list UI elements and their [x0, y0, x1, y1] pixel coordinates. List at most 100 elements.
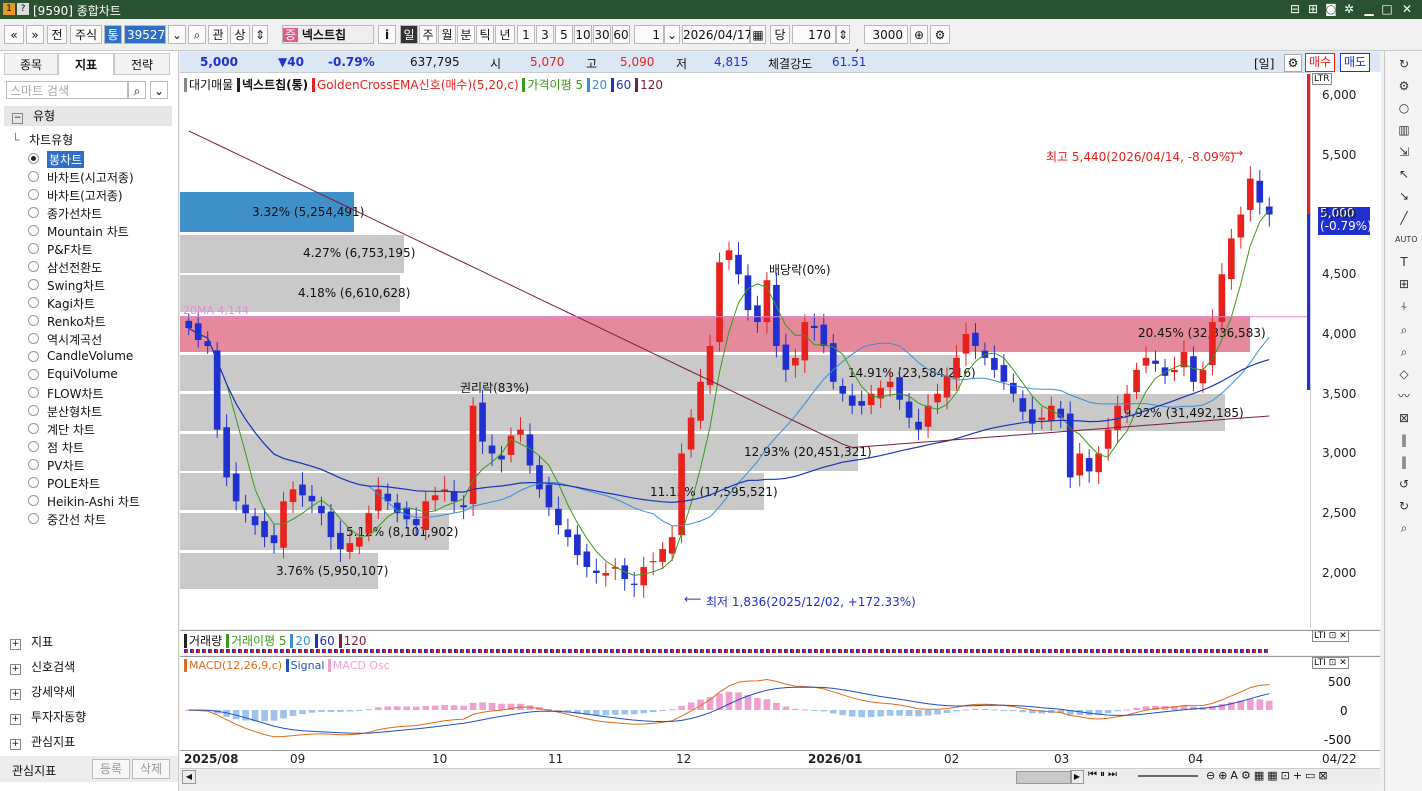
tab-indicator[interactable]: 지표 — [58, 53, 114, 75]
line-tool-icon[interactable]: ↖ — [1395, 165, 1413, 183]
total-input[interactable]: 3000 — [864, 25, 908, 44]
section-type[interactable]: − 유형 — [4, 106, 172, 126]
layout-icon[interactable]: ⊟ — [1288, 2, 1302, 16]
circle-icon[interactable]: ○ — [1395, 99, 1413, 117]
tree-fav[interactable]: + 관심지표 — [10, 733, 75, 750]
tree-investor[interactable]: + 투자자동향 — [10, 708, 86, 725]
macd-chart[interactable] — [180, 672, 1310, 750]
magnify2-icon[interactable]: ⌕ — [1395, 343, 1413, 361]
chart-type-option[interactable]: 점 차트 — [47, 439, 84, 456]
chart-type-option[interactable]: 바차트(고저종) — [47, 187, 123, 204]
interval-60[interactable]: 60 — [612, 25, 630, 44]
dang-button[interactable]: 당 — [770, 25, 790, 44]
buy-button[interactable]: 매수 — [1305, 53, 1336, 72]
zoom-icon[interactable]: ⊕ — [910, 25, 928, 44]
stock-name-field[interactable]: 증 넥스트칩 — [282, 25, 374, 44]
tree-signal[interactable]: + 신호검색 — [10, 658, 75, 675]
candle-tool-icon[interactable]: ⍭ — [1395, 297, 1413, 315]
playback-controls[interactable]: ⏮⏸⏭ — [1088, 769, 1120, 780]
chart-type-option[interactable]: P&F차트 — [47, 241, 93, 258]
chart-type-option[interactable]: Mountain 차트 — [47, 223, 129, 240]
magnify-icon[interactable]: ⌕ — [1395, 321, 1413, 339]
tree-root[interactable]: └ 차트유형 — [12, 131, 73, 148]
count-spin-icon[interactable]: ⇕ — [836, 25, 850, 44]
radio-button[interactable] — [28, 369, 39, 380]
dropdown-icon[interactable]: » — [26, 25, 44, 44]
radio-button[interactable] — [28, 513, 39, 524]
zoom-out-icon[interactable]: ⌕ — [1395, 519, 1413, 537]
zoom-controls[interactable]: ⊖⊕A⚙▦▦⊡+▭⊠ — [1206, 769, 1331, 782]
period-month[interactable]: 월 — [438, 25, 456, 44]
chart-type-option[interactable]: 봉차트 — [47, 151, 85, 168]
draw-icon[interactable]: ⇲ — [1395, 143, 1413, 161]
auto-icon[interactable]: AUTO — [1395, 231, 1418, 249]
chart-type-option[interactable]: EquiVolume — [47, 367, 118, 381]
settings-icon[interactable]: ⚙ — [1395, 77, 1413, 95]
count-input[interactable]: 170 — [792, 25, 836, 44]
chart-type-option[interactable]: Swing차트 — [47, 277, 105, 294]
period-year[interactable]: 년 — [495, 25, 515, 44]
radio-button[interactable] — [28, 171, 39, 182]
collapse-icon[interactable]: ⌄ — [150, 81, 168, 99]
wave-icon[interactable]: 〰 — [1395, 387, 1413, 405]
radio-button[interactable] — [28, 405, 39, 416]
code-input[interactable]: 395270 — [124, 25, 173, 44]
interval-input[interactable]: 1 — [634, 25, 664, 44]
chart-type-option[interactable]: 분산형차트 — [47, 403, 102, 420]
register-button[interactable]: 등록 — [92, 759, 130, 779]
radio-button[interactable] — [28, 225, 39, 236]
sang-button[interactable]: 상 — [230, 25, 250, 44]
tab-strategy[interactable]: 전략 — [114, 53, 170, 75]
info-button[interactable]: i — [378, 25, 396, 44]
axis-buttons[interactable]: LTR — [1312, 73, 1332, 85]
period-minute[interactable]: 분 — [457, 25, 475, 44]
text-icon[interactable]: T — [1395, 253, 1413, 271]
tree-strength[interactable]: + 강세약세 — [10, 683, 75, 700]
scroll-right-icon[interactable]: ▶ — [1070, 770, 1084, 784]
period-week[interactable]: 주 — [419, 25, 437, 44]
radio-button[interactable] — [28, 189, 39, 200]
smart-search-input[interactable]: 스마트 검색 — [6, 81, 128, 99]
speed-slider[interactable] — [1138, 775, 1198, 777]
panel-controls[interactable]: LTI ⊡ ✕ — [1312, 630, 1349, 642]
minimize-icon[interactable]: ▁ — [1362, 2, 1376, 16]
maximize-icon[interactable]: □ — [1380, 2, 1394, 16]
radio-button[interactable] — [28, 243, 39, 254]
columns2-icon[interactable]: ‖ — [1395, 453, 1413, 471]
chart-type-option[interactable]: PV차트 — [47, 457, 85, 474]
chart-type-option[interactable]: 바차트(시고저종) — [47, 169, 134, 186]
settings-icon[interactable]: ⚙ — [930, 25, 950, 44]
radio-button[interactable] — [28, 261, 39, 272]
mode-button[interactable]: 통 — [104, 25, 122, 44]
scroll-bar[interactable]: ◀ ▶ ⏮⏸⏭ ⊖⊕A⚙▦▦⊡+▭⊠ — [180, 768, 1380, 785]
scroll-thumb[interactable] — [1016, 771, 1072, 784]
interval-5[interactable]: 5 — [555, 25, 573, 44]
chart-type-option[interactable]: POLE차트 — [47, 475, 100, 492]
jeon-button[interactable]: 전 — [47, 25, 67, 44]
calendar-icon[interactable]: ▦ — [750, 25, 766, 44]
radio-button[interactable] — [28, 459, 39, 470]
radio-button[interactable] — [28, 297, 39, 308]
radio-button[interactable] — [28, 279, 39, 290]
sell-button[interactable]: 매도 — [1340, 53, 1371, 72]
camera-icon[interactable]: ◙ — [1324, 2, 1338, 16]
chart-type-option[interactable]: Heikin-Ashi 차트 — [47, 493, 140, 510]
link-icon[interactable]: ⊞ — [1306, 2, 1320, 16]
code-dropdown-icon[interactable]: ⌄ — [168, 25, 186, 44]
redo-icon[interactable]: ↻ — [1395, 497, 1413, 515]
interval-dropdown-icon[interactable]: ⌄ — [664, 25, 680, 44]
diagonal-icon[interactable]: ╱ — [1395, 209, 1413, 227]
chart-type-option[interactable]: Kagi차트 — [47, 295, 95, 312]
close-icon[interactable]: ✕ — [1400, 2, 1414, 16]
interval-10[interactable]: 10 — [574, 25, 592, 44]
trend-icon[interactable]: ↘ — [1395, 187, 1413, 205]
delete-button[interactable]: 삭제 — [132, 759, 170, 779]
period-day[interactable]: 일 — [400, 25, 418, 44]
tree-indicator[interactable]: + 지표 — [10, 633, 53, 650]
search-button-icon[interactable]: ⌕ — [128, 81, 146, 99]
scroll-left-icon[interactable]: ◀ — [182, 770, 196, 784]
radio-button[interactable] — [28, 387, 39, 398]
gear-icon[interactable]: ✲ — [1342, 2, 1356, 16]
radio-button[interactable] — [28, 153, 39, 164]
radio-button[interactable] — [28, 423, 39, 434]
